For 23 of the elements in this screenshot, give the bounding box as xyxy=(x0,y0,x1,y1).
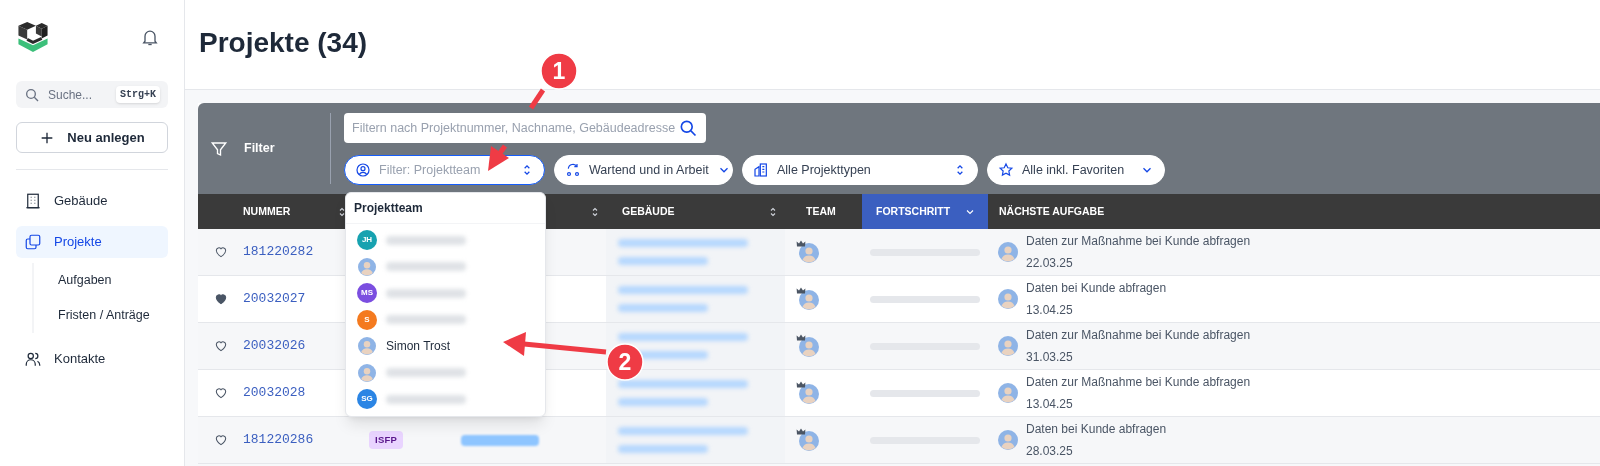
filter-label: Filter xyxy=(244,140,275,158)
dropdown-title: Projektteam xyxy=(346,193,545,224)
step-marker: 1 xyxy=(540,52,578,90)
task-title: Daten zur Maßnahme bei Kunde abfragen xyxy=(1026,374,1251,391)
initials-avatar: MS xyxy=(357,283,377,304)
page-title: Projekte (34) xyxy=(199,25,368,60)
initials-avatar: S xyxy=(357,309,377,330)
shortcut-hint: Strg+K xyxy=(116,86,160,103)
task-date: 22.03.25 xyxy=(1026,255,1074,272)
task-date: 28.03.25 xyxy=(1026,443,1074,460)
task-date: 13.04.25 xyxy=(1026,396,1074,413)
initials-avatar: JH xyxy=(357,230,377,251)
placeholder-text: Suche... xyxy=(48,86,94,104)
task-title: Daten bei Kunde abfragen xyxy=(1026,421,1167,438)
task-title: Daten zur Maßnahme bei Kunde abfragen xyxy=(1026,233,1251,250)
task-date: 13.04.25 xyxy=(1026,302,1074,319)
task-title: Daten zur Maßnahme bei Kunde abfragen xyxy=(1026,327,1251,344)
step-marker: 2 xyxy=(606,343,644,381)
task-date: 31.03.25 xyxy=(1026,349,1074,366)
placeholder-text: Filtern nach Projektnummer, Nachname, Gebäudeadresse xyxy=(352,119,677,137)
type-tag: ISFP xyxy=(369,430,404,450)
task-title: Daten bei Kunde abfragen xyxy=(1026,280,1167,297)
initials-avatar: SG xyxy=(357,389,377,410)
